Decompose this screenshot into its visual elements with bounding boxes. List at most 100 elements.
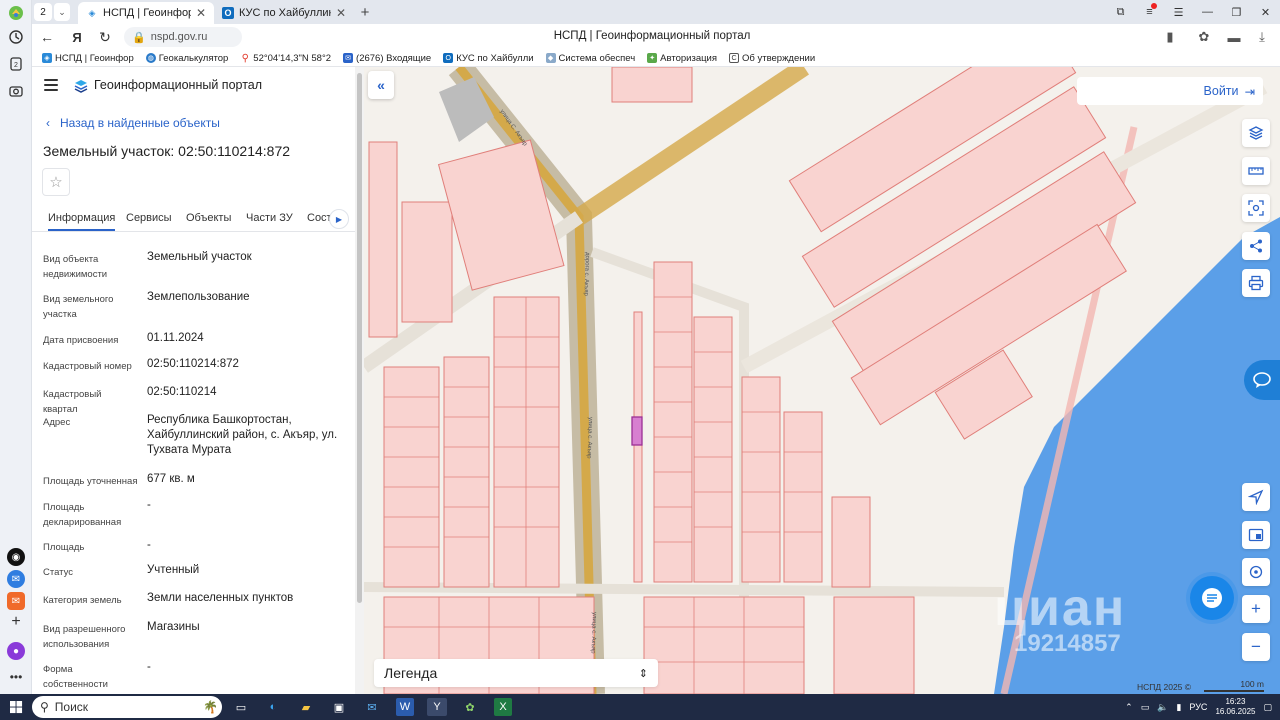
tab-services[interactable]: Сервисы (126, 212, 172, 224)
map-pin-icon: ⚲ (241, 52, 249, 64)
store-icon[interactable]: ▣ (330, 698, 348, 716)
file-explorer-icon[interactable]: ▰ (297, 698, 315, 716)
chat-bubble-icon (1253, 372, 1271, 388)
tab-group-switcher[interactable]: 2 ⌄ (32, 2, 72, 22)
language-indicator[interactable]: РУС (1189, 702, 1207, 712)
attribute-label: Дата присвоения (43, 335, 119, 346)
notifications-icon[interactable]: ≡ (1135, 3, 1164, 18)
reload-button[interactable]: ↻ (96, 28, 114, 46)
yandex-icon[interactable]: Я (68, 28, 86, 46)
tabs-counter-icon[interactable]: 2 (7, 55, 25, 73)
chevron-down-icon: ⌄ (54, 3, 70, 21)
close-window-button[interactable]: ✕ (1251, 6, 1280, 19)
zoom-out-button[interactable]: − (1242, 633, 1270, 661)
tabs-scroll-right-icon[interactable]: ▶ (329, 209, 349, 229)
mail-icon: ✉ (343, 53, 354, 63)
task-view-icon[interactable]: ▭ (232, 698, 250, 716)
layers-button[interactable] (1242, 119, 1270, 147)
app-icon[interactable]: ✿ (461, 698, 479, 716)
bookmark-item[interactable]: ◆ Система обеспеч (545, 53, 635, 64)
select-area-button[interactable] (1242, 194, 1270, 222)
tab-objects[interactable]: Объекты (186, 212, 231, 224)
yandex-browser-icon[interactable]: Y (427, 698, 447, 716)
zoom-in-button[interactable]: + (1242, 595, 1270, 623)
word-icon[interactable]: W (396, 698, 414, 716)
print-button[interactable] (1242, 269, 1270, 297)
attribute-label: Площадь (43, 542, 85, 553)
bookmark-item[interactable]: O КУС по Хайбулли (443, 53, 534, 64)
collections-icon[interactable]: ⧉ (1106, 6, 1135, 19)
windows-start-icon[interactable] (6, 698, 26, 716)
download-icon[interactable]: ⤓ (1252, 28, 1272, 46)
selected-parcel[interactable] (631, 416, 643, 446)
cadastral-map[interactable]: улица С. Акъяр дорога с. Акъяр улица с. … (364, 67, 1280, 694)
login-button[interactable]: Войти ⇥ (1077, 77, 1263, 105)
browser-logo-icon[interactable] (7, 4, 25, 22)
back-button[interactable]: ← (38, 28, 56, 46)
tab-kus[interactable]: O КУС по Хайбуллинскому району ✕ (214, 2, 354, 24)
parcel-block (693, 316, 733, 583)
tab-land-parts[interactable]: Части ЗУ (246, 212, 293, 224)
geolocate-button[interactable] (1242, 483, 1270, 511)
close-tab-icon[interactable]: ✕ (336, 6, 346, 20)
battery-icon[interactable]: ▮ (1176, 702, 1181, 713)
support-tab[interactable] (1244, 360, 1280, 400)
close-tab-icon[interactable]: ✕ (196, 6, 206, 20)
more-apps-icon[interactable]: ••• (7, 668, 25, 686)
mail-icon[interactable]: ✉ (363, 698, 381, 716)
downloads-icon[interactable]: ▬ (1224, 28, 1244, 46)
bookmark-item[interactable]: C Об утверждении (729, 53, 815, 64)
menu-icon[interactable]: ☰ (1164, 6, 1193, 19)
bookmark-item[interactable]: ◈ НСПД | Геоинфор (42, 53, 134, 64)
history-icon[interactable] (7, 28, 25, 46)
tab-nspd[interactable]: ◈ НСПД | Геоинформационный портал ✕ (78, 2, 214, 24)
extension-icon[interactable]: ✿ (1194, 28, 1214, 46)
chevron-up-icon[interactable]: ⌃ (1125, 702, 1133, 713)
info-tabs: Информация Сервисы Объекты Части ЗУ Сост… (32, 206, 355, 232)
volume-icon[interactable]: 🔈 (1157, 702, 1168, 713)
network-icon[interactable]: ▭ (1141, 702, 1150, 713)
edge-icon[interactable]: ◐ (264, 698, 282, 716)
chat-button[interactable] (1190, 576, 1234, 620)
video-app-icon[interactable]: ◉ (7, 548, 25, 566)
panel-scrollbar[interactable] (355, 67, 364, 694)
scrollbar-thumb[interactable] (357, 73, 362, 603)
bookmark-icon[interactable]: ▮ (1160, 28, 1180, 46)
hamburger-menu-icon[interactable] (44, 79, 58, 91)
clock[interactable]: 16:23 16.06.2025 (1215, 697, 1255, 717)
share-button[interactable] (1242, 232, 1270, 260)
new-tab-button[interactable]: + (356, 3, 374, 21)
url-field[interactable]: 🔒 nspd.gov.ru (124, 27, 242, 47)
nspd-favicon-icon: ◈ (88, 7, 96, 18)
location-search-button[interactable] (1242, 558, 1270, 586)
mail-app-icon[interactable]: ✉ (7, 592, 25, 610)
bookmark-item[interactable]: ◍ Геокалькулятор (145, 53, 228, 64)
alice-assistant-icon[interactable]: ● (7, 642, 25, 660)
navigation-arrow-icon (1248, 489, 1264, 505)
back-to-results-link[interactable]: ‹ Назад в найденные объекты (46, 116, 220, 130)
messenger-app-icon[interactable]: ✉ (7, 570, 25, 588)
notifications-icon[interactable]: ▢ (1263, 702, 1272, 713)
excel-icon[interactable]: X (494, 698, 512, 716)
map-canvas[interactable]: улица С. Акъяр дорога с. Акъяр улица с. … (364, 67, 1280, 694)
shield-icon: ◆ (545, 53, 556, 63)
ruler-button[interactable] (1242, 157, 1270, 185)
bookmark-item[interactable]: ✉ (2676) Входящие (343, 53, 431, 64)
minimap-button[interactable] (1242, 521, 1270, 549)
collapse-panel-button[interactable]: « (368, 71, 394, 99)
screenshot-icon[interactable] (7, 82, 25, 100)
legend-bar[interactable]: Легенда ⇕ (374, 659, 658, 687)
taskbar-search[interactable]: ⚲ Поиск 🌴 (32, 696, 222, 718)
url-text: nspd.gov.ru (150, 31, 208, 43)
bookmark-item[interactable]: ✦ Авторизация (647, 53, 717, 64)
bookmark-item[interactable]: ⚲ 52°04'14,3"N 58°2 (240, 53, 331, 64)
maximize-button[interactable]: ❐ (1222, 6, 1251, 19)
login-label: Войти (1203, 84, 1239, 98)
share-icon (1250, 239, 1262, 253)
tab-information[interactable]: Информация (48, 212, 116, 231)
minimize-button[interactable]: — (1193, 6, 1222, 18)
watermark-logo: циан (994, 579, 1127, 637)
parcel (368, 141, 398, 338)
add-app-icon[interactable]: + (7, 613, 25, 631)
favorite-star-icon[interactable]: ☆ (42, 168, 70, 196)
